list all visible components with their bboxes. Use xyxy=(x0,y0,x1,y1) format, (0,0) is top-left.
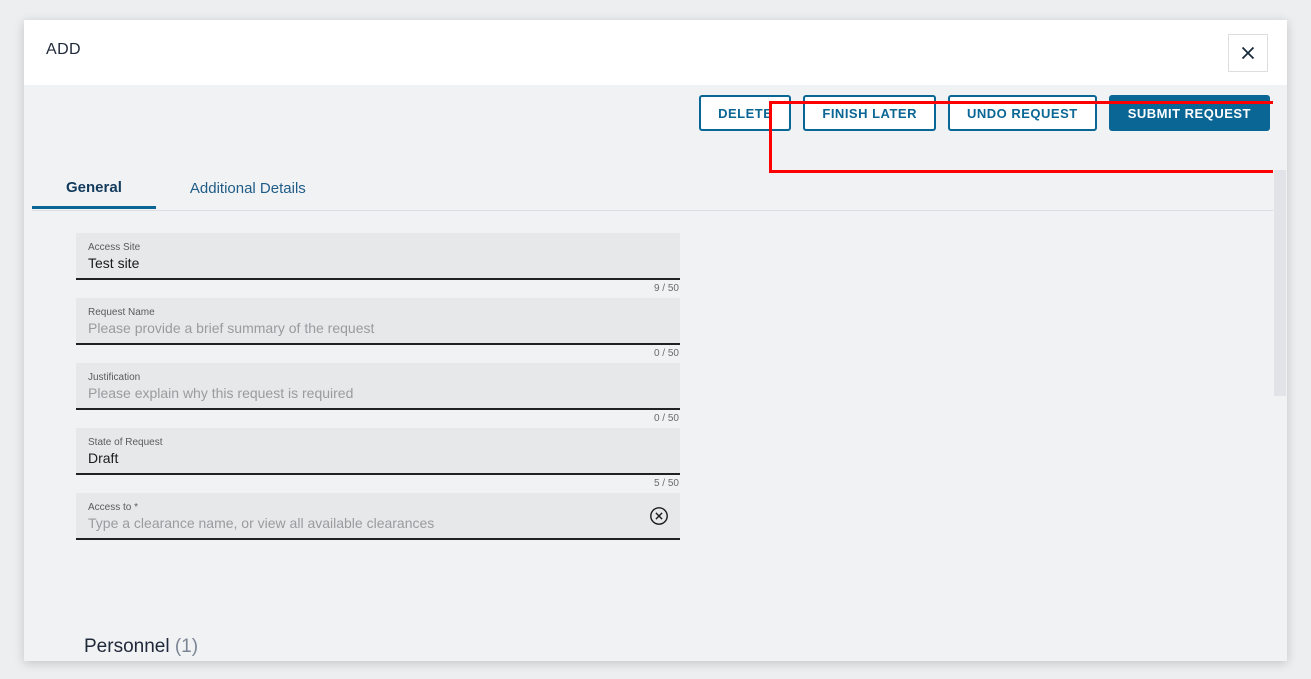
state-of-request-counter: 5 / 50 xyxy=(653,478,679,489)
access-site-value: Test site xyxy=(88,255,140,271)
request-name-counter: 0 / 50 xyxy=(653,348,679,359)
add-request-dialog: ADD DELETE FINISH LATER UNDO REQUEST SUB… xyxy=(24,20,1287,661)
justification-field[interactable]: Justification Please explain why this re… xyxy=(76,363,680,410)
justification-label: Justification xyxy=(88,372,141,383)
access-site-field[interactable]: Access Site Test site xyxy=(76,233,680,280)
personnel-label: Personnel xyxy=(84,636,170,657)
state-of-request-value: Draft xyxy=(88,450,119,466)
dialog-header: ADD xyxy=(24,20,1287,85)
tab-general[interactable]: General xyxy=(32,168,156,209)
access-to-field[interactable]: Access to * Type a clearance name, or vi… xyxy=(76,493,680,540)
tab-additional-details[interactable]: Additional Details xyxy=(156,168,340,209)
submit-request-button[interactable]: SUBMIT REQUEST xyxy=(1108,95,1270,131)
request-name-input[interactable]: Please provide a brief summary of the re… xyxy=(88,319,668,338)
state-of-request-label: State of Request xyxy=(88,437,163,448)
personnel-section-heading: Personnel (1) xyxy=(84,636,198,658)
request-name-field[interactable]: Request Name Please provide a brief summ… xyxy=(76,298,680,345)
action-button-bar: DELETE FINISH LATER UNDO REQUEST SUBMIT … xyxy=(699,95,1270,131)
finish-later-button[interactable]: FINISH LATER xyxy=(803,95,936,131)
access-to-label: Access to * xyxy=(88,502,139,513)
scrollbar-track[interactable] xyxy=(1273,85,1287,661)
access-to-input[interactable]: Type a clearance name, or view all avail… xyxy=(88,514,668,533)
justification-input[interactable]: Please explain why this request is requi… xyxy=(88,384,668,403)
tab-bar: General Additional Details xyxy=(32,168,1280,211)
personnel-count: (1) xyxy=(174,636,199,657)
state-of-request-field[interactable]: State of Request Draft xyxy=(76,428,680,475)
undo-request-button[interactable]: UNDO REQUEST xyxy=(947,95,1097,131)
delete-button[interactable]: DELETE xyxy=(699,95,792,131)
clear-circle-x-icon[interactable] xyxy=(649,506,669,526)
access-site-counter: 9 / 50 xyxy=(653,283,679,294)
access-to-spacer xyxy=(76,540,680,561)
request-name-label: Request Name xyxy=(88,307,155,318)
scrollbar-thumb[interactable] xyxy=(1274,170,1286,396)
page-title: ADD xyxy=(46,41,81,58)
request-form: Access Site Test site 9 / 50 Request Nam… xyxy=(76,233,680,561)
access-site-label: Access Site xyxy=(88,242,141,253)
justification-counter: 0 / 50 xyxy=(653,413,679,424)
close-button[interactable] xyxy=(1228,34,1268,72)
close-icon xyxy=(1240,45,1256,61)
